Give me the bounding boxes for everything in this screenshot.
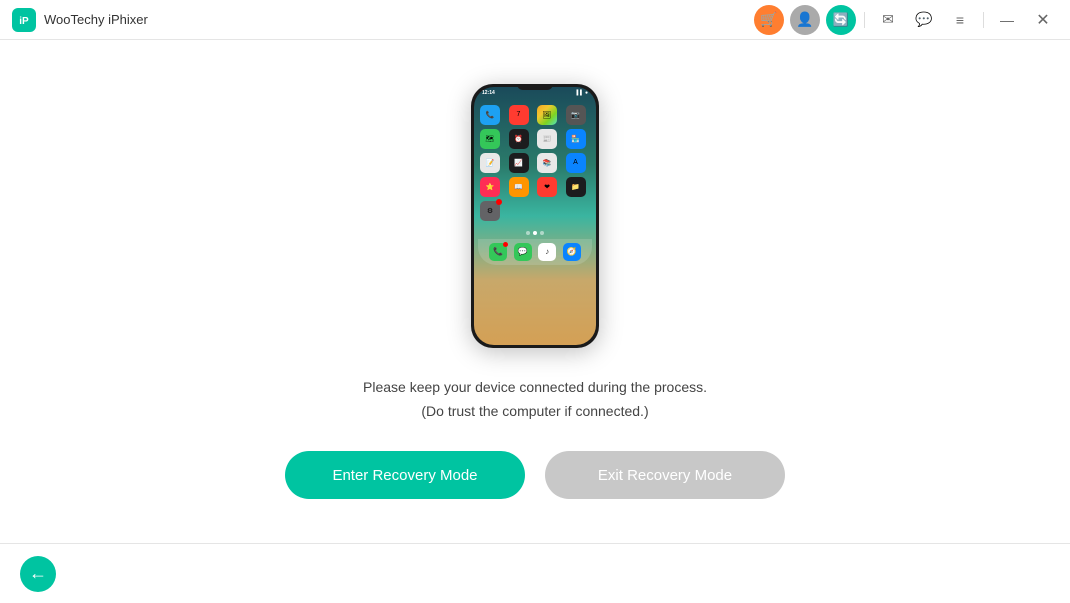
bottom-bar: ←	[0, 543, 1070, 603]
app-icon: 📰	[537, 129, 557, 149]
phone-signal: ▌▌ ●	[577, 90, 589, 96]
dock-music: ♪	[538, 243, 556, 261]
app-icon: ❤	[537, 177, 557, 197]
phone-body: 12:14 ▌▌ ● 📞 7 🖼 📷 🗺 ⏰ 📰 🏪 📝 📈 📚 A	[471, 84, 599, 348]
dock-safari: 🧭	[563, 243, 581, 261]
titlebar-action-icons: 🛒 👤 🔄 ✉ 💬 ≡ — ✕	[754, 5, 1058, 35]
enter-recovery-button[interactable]: Enter Recovery Mode	[285, 451, 525, 499]
app-icon: ⚙	[480, 201, 500, 221]
dock-phone: 📞	[489, 243, 507, 261]
phone-screen: 12:14 ▌▌ ● 📞 7 🖼 📷 🗺 ⏰ 📰 🏪 📝 📈 📚 A	[474, 87, 596, 345]
update-icon[interactable]: 🔄	[826, 5, 856, 35]
close-button[interactable]: ✕	[1028, 5, 1058, 35]
chat-icon[interactable]: 💬	[909, 5, 939, 35]
app-icon: 🏪	[566, 129, 586, 149]
svg-text:iP: iP	[19, 16, 29, 27]
app-icon: 7	[509, 105, 529, 125]
phone-notch	[517, 84, 553, 90]
instruction-line2: (Do trust the computer if connected.)	[363, 400, 707, 424]
app-icon: 🖼	[537, 105, 557, 125]
page-indicator	[474, 231, 596, 235]
phone-illustration: 12:14 ▌▌ ● 📞 7 🖼 📷 🗺 ⏰ 📰 🏪 📝 📈 📚 A	[471, 84, 599, 348]
phone-dock: 📞 💬 ♪ 🧭	[478, 239, 592, 265]
dock-messages: 💬	[514, 243, 532, 261]
app-icon: ⭐	[480, 177, 500, 197]
mail-icon[interactable]: ✉	[873, 5, 903, 35]
app-icon: 📚	[537, 153, 557, 173]
instruction-text: Please keep your device connected during…	[363, 376, 707, 424]
app-logo: iP	[12, 8, 36, 32]
exit-recovery-button[interactable]: Exit Recovery Mode	[545, 451, 785, 499]
phone-time: 12:14	[482, 90, 495, 96]
app-icon: 🗺	[480, 129, 500, 149]
app-icon: 📈	[509, 153, 529, 173]
app-badge	[496, 199, 502, 205]
app-icon: 📖	[509, 177, 529, 197]
app-icon: 📁	[566, 177, 586, 197]
app-icon: 📝	[480, 153, 500, 173]
user-icon[interactable]: 👤	[790, 5, 820, 35]
title-bar: iP WooTechy iPhixer 🛒 👤 🔄 ✉ 💬 ≡ — ✕	[0, 0, 1070, 40]
separator	[864, 12, 865, 28]
back-icon: ←	[29, 563, 47, 584]
action-buttons: Enter Recovery Mode Exit Recovery Mode	[285, 451, 785, 499]
app-icon: ⏰	[509, 129, 529, 149]
app-grid: 📞 7 🖼 📷 🗺 ⏰ 📰 🏪 📝 📈 📚 A ⭐ 📖 ❤ 📁	[474, 101, 596, 225]
app-icon: 📞	[480, 105, 500, 125]
app-icon: 📷	[566, 105, 586, 125]
app-icon: A	[566, 153, 586, 173]
app-title: WooTechy iPhixer	[44, 12, 754, 27]
instruction-line1: Please keep your device connected during…	[363, 376, 707, 400]
back-button[interactable]: ←	[20, 556, 56, 592]
minimize-button[interactable]: —	[992, 5, 1022, 35]
main-content: 12:14 ▌▌ ● 📞 7 🖼 📷 🗺 ⏰ 📰 🏪 📝 📈 📚 A	[0, 40, 1070, 543]
cart-icon[interactable]: 🛒	[754, 5, 784, 35]
separator2	[983, 12, 984, 28]
menu-icon[interactable]: ≡	[945, 5, 975, 35]
